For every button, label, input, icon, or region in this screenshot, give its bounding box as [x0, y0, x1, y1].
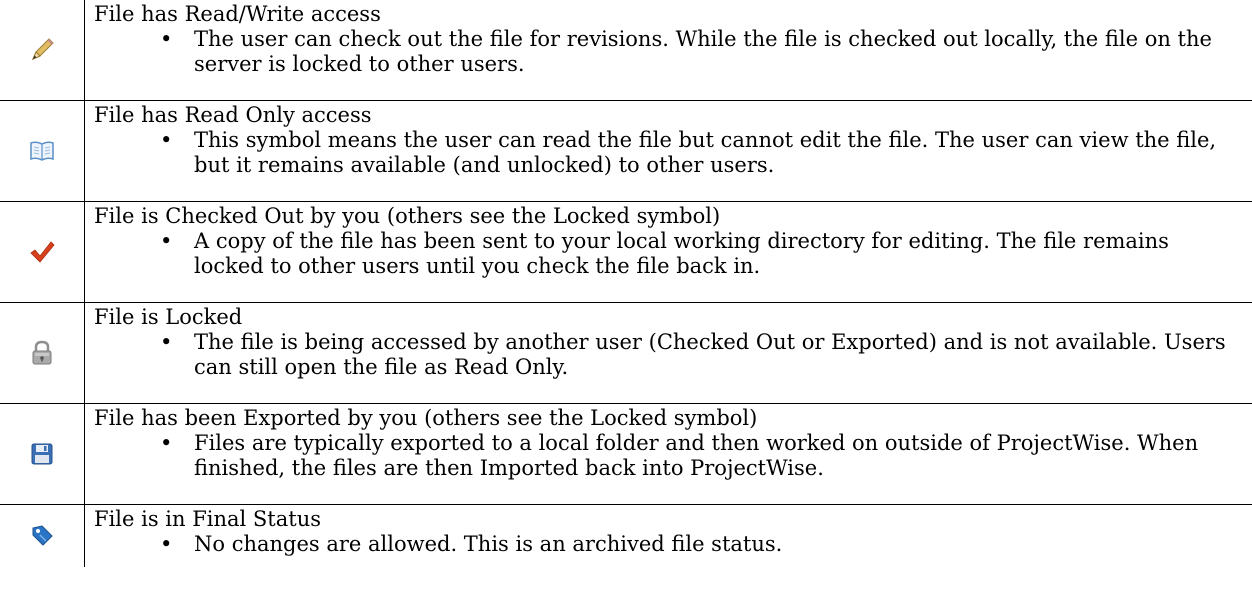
bullet-item: • The file is being accessed by another …: [94, 330, 1244, 380]
floppy-disk-icon: [30, 442, 54, 466]
bullet-dot: •: [160, 27, 173, 51]
bullet-item: • Files are typically exported to a loca…: [94, 431, 1244, 481]
file-status-legend-table: File has Read/Write access • The user ca…: [0, 0, 1252, 567]
description-cell: File is in Final Status • No changes are…: [84, 504, 1252, 567]
status-description: No changes are allowed. This is an archi…: [194, 532, 783, 556]
status-title: File is in Final Status: [94, 507, 322, 531]
icon-cell: [0, 403, 85, 505]
status-description: Files are typically exported to a local …: [194, 431, 1199, 480]
icon-cell: [0, 100, 85, 202]
status-description: The file is being accessed by another us…: [194, 330, 1226, 379]
legend-row-read-only: File has Read Only access • This symbol …: [0, 100, 1252, 202]
status-title: File has Read Only access: [94, 103, 372, 127]
description-cell: File is Locked • The file is being acces…: [84, 302, 1252, 404]
tag-icon: [30, 524, 54, 548]
bullet-dot: •: [160, 330, 173, 354]
description-cell: File has Read Only access • This symbol …: [84, 100, 1252, 202]
status-title: File is Locked: [94, 305, 243, 329]
checkmark-icon: [29, 240, 55, 264]
status-title: File has been Exported by you (others se…: [94, 406, 758, 430]
icon-cell: [0, 0, 85, 101]
status-description: A copy of the file has been sent to your…: [194, 229, 1169, 278]
icon-cell: [0, 504, 85, 567]
bullet-dot: •: [160, 229, 173, 253]
status-title: File has Read/Write access: [94, 2, 381, 26]
description-cell: File is Checked Out by you (others see t…: [84, 201, 1252, 303]
description-cell: File has been Exported by you (others se…: [84, 403, 1252, 505]
icon-cell: [0, 201, 85, 303]
padlock-icon: [30, 340, 54, 366]
open-book-icon: [29, 140, 55, 162]
status-description: The user can check out the file for revi…: [194, 27, 1212, 76]
legend-row-checked-out: File is Checked Out by you (others see t…: [0, 201, 1252, 303]
legend-row-exported: File has been Exported by you (others se…: [0, 403, 1252, 505]
bullet-item: • The user can check out the file for re…: [94, 27, 1244, 77]
bullet-dot: •: [160, 532, 173, 556]
legend-row-locked: File is Locked • The file is being acces…: [0, 302, 1252, 404]
pencil-icon: [29, 37, 55, 63]
bullet-item: • This symbol means the user can read th…: [94, 128, 1244, 178]
legend-row-final-status: File is in Final Status • No changes are…: [0, 504, 1252, 567]
legend-row-read-write: File has Read/Write access • The user ca…: [0, 0, 1252, 101]
status-title: File is Checked Out by you (others see t…: [94, 204, 721, 228]
icon-cell: [0, 302, 85, 404]
bullet-item: • A copy of the file has been sent to yo…: [94, 229, 1244, 279]
status-description: This symbol means the user can read the …: [194, 128, 1217, 177]
bullet-item: • No changes are allowed. This is an arc…: [94, 532, 1244, 557]
bullet-dot: •: [160, 431, 173, 455]
description-cell: File has Read/Write access • The user ca…: [84, 0, 1252, 101]
bullet-dot: •: [160, 128, 173, 152]
